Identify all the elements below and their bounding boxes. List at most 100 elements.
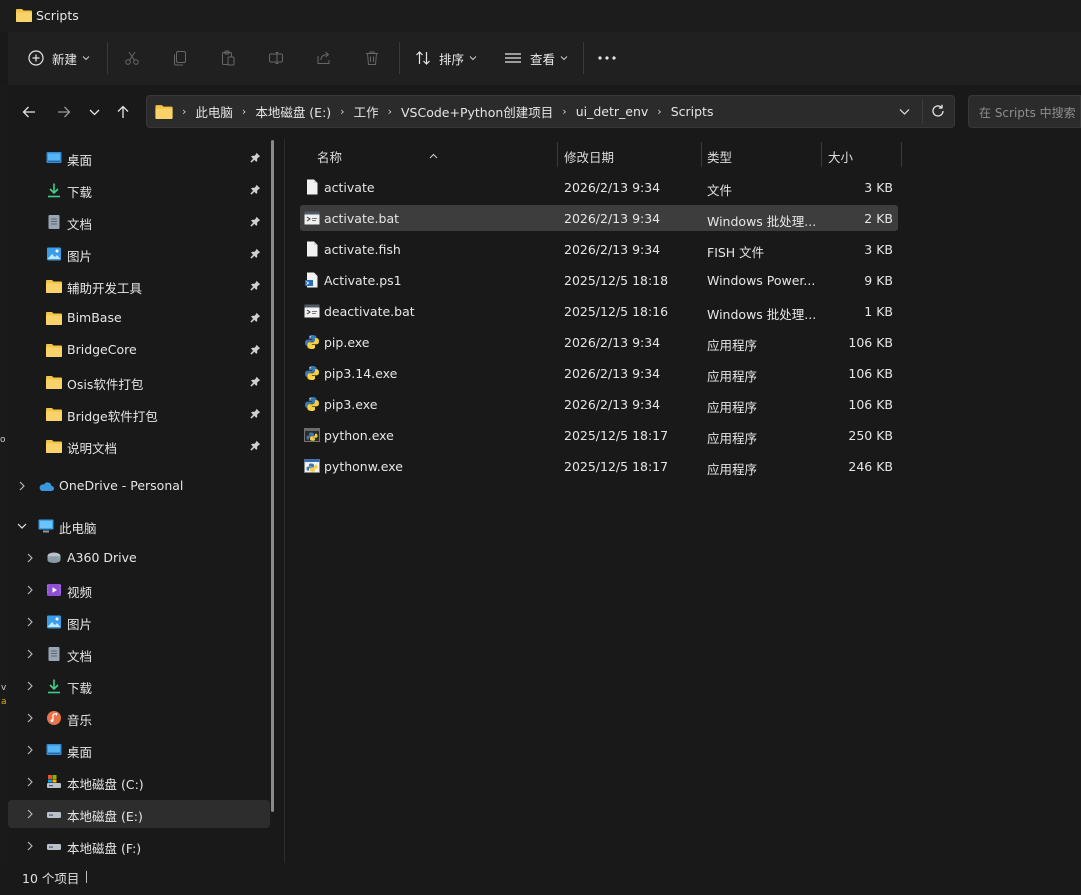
copy-icon: [174, 51, 186, 66]
quick-access-item[interactable]: 文档: [8, 208, 270, 236]
new-button[interactable]: 新建: [28, 45, 90, 71]
sort-button[interactable]: 排序: [415, 45, 477, 71]
this-pc-child-item[interactable]: 本地磁盘 (E:): [8, 800, 270, 828]
file-row[interactable]: activate.bat 2026/2/13 9:34 Windows 批处理...…: [300, 205, 898, 231]
view-button[interactable]: 查看: [504, 45, 568, 71]
this-pc-child-item[interactable]: 视频: [8, 576, 270, 604]
column-divider[interactable]: [901, 142, 902, 167]
pin-icon: [250, 183, 261, 198]
folder-icon: [46, 374, 62, 390]
breadcrumb-item-drive-e[interactable]: 本地磁盘 (E:): [255, 102, 331, 121]
chevron-right-icon: ›: [340, 105, 345, 118]
scissors-icon: [125, 51, 139, 65]
arrow-right-icon: [58, 106, 71, 118]
file-row[interactable]: deactivate.bat 2025/12/5 18:16 Windows 批处理…: [300, 298, 898, 324]
chevron-right-icon[interactable]: [24, 584, 36, 596]
this-pc-child-item[interactable]: 桌面: [8, 736, 270, 764]
file-row[interactable]: pythonw.exe 2025/12/5 18:17 应用程序 246 KB: [300, 453, 898, 479]
file-row[interactable]: pip.exe 2026/2/13 9:34 应用程序 106 KB: [300, 329, 898, 355]
column-header-type[interactable]: 类型: [707, 147, 732, 166]
music-icon: [46, 710, 62, 726]
this-pc-child-item[interactable]: 本地磁盘 (F:): [8, 832, 270, 860]
chevron-right-icon[interactable]: [24, 648, 36, 660]
nav-item-label: 下载: [67, 681, 93, 696]
column-header-size[interactable]: 大小: [828, 147, 853, 166]
file-size: 1 KB: [864, 304, 893, 319]
file-size: 2 KB: [864, 211, 893, 226]
back-button[interactable]: [18, 101, 40, 123]
paste-button[interactable]: [220, 45, 236, 71]
sidebar-item-this-pc[interactable]: 此电脑: [8, 512, 270, 540]
quick-access-item[interactable]: 桌面: [8, 144, 270, 172]
rename-button[interactable]: [268, 45, 284, 71]
file-row[interactable]: activate.fish 2026/2/13 9:34 FISH 文件 3 KB: [300, 236, 898, 262]
column-divider[interactable]: [557, 142, 558, 167]
file-date: 2026/2/13 9:34: [564, 397, 661, 412]
quick-access-item[interactable]: 下载: [8, 176, 270, 204]
quick-access-item[interactable]: 辅助开发工具: [8, 272, 270, 300]
quick-access-item[interactable]: Osis软件打包: [8, 368, 270, 396]
file-row[interactable]: pip3.14.exe 2026/2/13 9:34 应用程序 106 KB: [300, 360, 898, 386]
address-history-button[interactable]: [899, 105, 910, 120]
chevron-right-icon[interactable]: [24, 712, 36, 724]
chevron-right-icon[interactable]: [24, 552, 36, 564]
chevron-right-icon[interactable]: [24, 808, 36, 820]
quick-access-item[interactable]: 说明文档: [8, 432, 270, 460]
file-size: 106 KB: [848, 397, 893, 412]
quick-access-item[interactable]: BimBase: [8, 304, 270, 332]
column-header-date[interactable]: 修改日期: [564, 147, 614, 166]
sidebar-item-onedrive[interactable]: OneDrive - Personal: [8, 472, 270, 500]
search-input[interactable]: 在 Scripts 中搜索: [968, 95, 1081, 128]
arrow-up-icon: [117, 105, 129, 118]
recent-locations-button[interactable]: [83, 101, 105, 123]
download-icon: [46, 678, 62, 694]
this-pc-child-item[interactable]: A360 Drive: [8, 544, 270, 572]
breadcrumb-item-work[interactable]: 工作: [354, 102, 379, 121]
address-bar[interactable]: › 此电脑 › 本地磁盘 (E:) › 工作 › VSCode+Python创建…: [146, 95, 955, 128]
chevron-right-icon[interactable]: [24, 680, 36, 692]
file-row[interactable]: activate 2026/2/13 9:34 文件 3 KB: [300, 174, 898, 200]
breadcrumb-item-env[interactable]: ui_detr_env: [576, 104, 649, 119]
python-window-icon: [304, 458, 320, 474]
download-icon: [46, 182, 62, 198]
nav-item-label: Osis软件打包: [67, 377, 144, 392]
cut-button[interactable]: [124, 45, 140, 71]
nav-item-label: 桌面: [67, 153, 93, 168]
toolbar-separator: [107, 42, 108, 74]
file-row[interactable]: pip3.exe 2026/2/13 9:34 应用程序 106 KB: [300, 391, 898, 417]
forward-button[interactable]: [53, 101, 75, 123]
quick-access-item[interactable]: 图片: [8, 240, 270, 268]
column-header-name[interactable]: 名称: [317, 147, 342, 166]
quick-access-item[interactable]: Bridge软件打包: [8, 400, 270, 428]
this-pc-child-item[interactable]: 下载: [8, 672, 270, 700]
this-pc-child-item[interactable]: 音乐: [8, 704, 270, 732]
delete-button[interactable]: [364, 45, 380, 71]
folder-icon: [16, 8, 32, 25]
navigation-scrollbar[interactable]: [271, 140, 274, 812]
copy-button[interactable]: [172, 45, 188, 71]
pane-divider[interactable]: [284, 139, 285, 863]
column-divider[interactable]: [821, 142, 822, 167]
up-button[interactable]: [112, 101, 134, 123]
file-row[interactable]: python.exe 2025/12/5 18:17 应用程序 250 KB: [300, 422, 898, 448]
quick-access-item[interactable]: BridgeCore: [8, 336, 270, 364]
chevron-right-icon[interactable]: [16, 480, 28, 492]
this-pc-child-item[interactable]: 图片: [8, 608, 270, 636]
refresh-button[interactable]: [931, 104, 945, 121]
breadcrumb-item-this-pc[interactable]: 此电脑: [195, 102, 233, 121]
share-button[interactable]: [316, 45, 332, 71]
chevron-right-icon[interactable]: [24, 776, 36, 788]
chevron-down-icon[interactable]: [16, 520, 28, 532]
more-options-button[interactable]: [598, 45, 616, 71]
breadcrumb-item-scripts[interactable]: Scripts: [671, 104, 714, 119]
chevron-right-icon[interactable]: [24, 744, 36, 756]
chevron-right-icon[interactable]: [24, 840, 36, 852]
desktop-icon: [46, 742, 62, 758]
this-pc-child-item[interactable]: 本地磁盘 (C:): [8, 768, 270, 796]
this-pc-child-item[interactable]: 文档: [8, 640, 270, 668]
breadcrumb-item-project[interactable]: VSCode+Python创建项目: [401, 102, 553, 121]
column-divider[interactable]: [701, 142, 702, 167]
nav-item-label: BimBase: [67, 310, 122, 325]
chevron-right-icon[interactable]: [24, 616, 36, 628]
file-row[interactable]: Activate.ps1 2025/12/5 18:18 Windows Power…: [300, 267, 898, 293]
